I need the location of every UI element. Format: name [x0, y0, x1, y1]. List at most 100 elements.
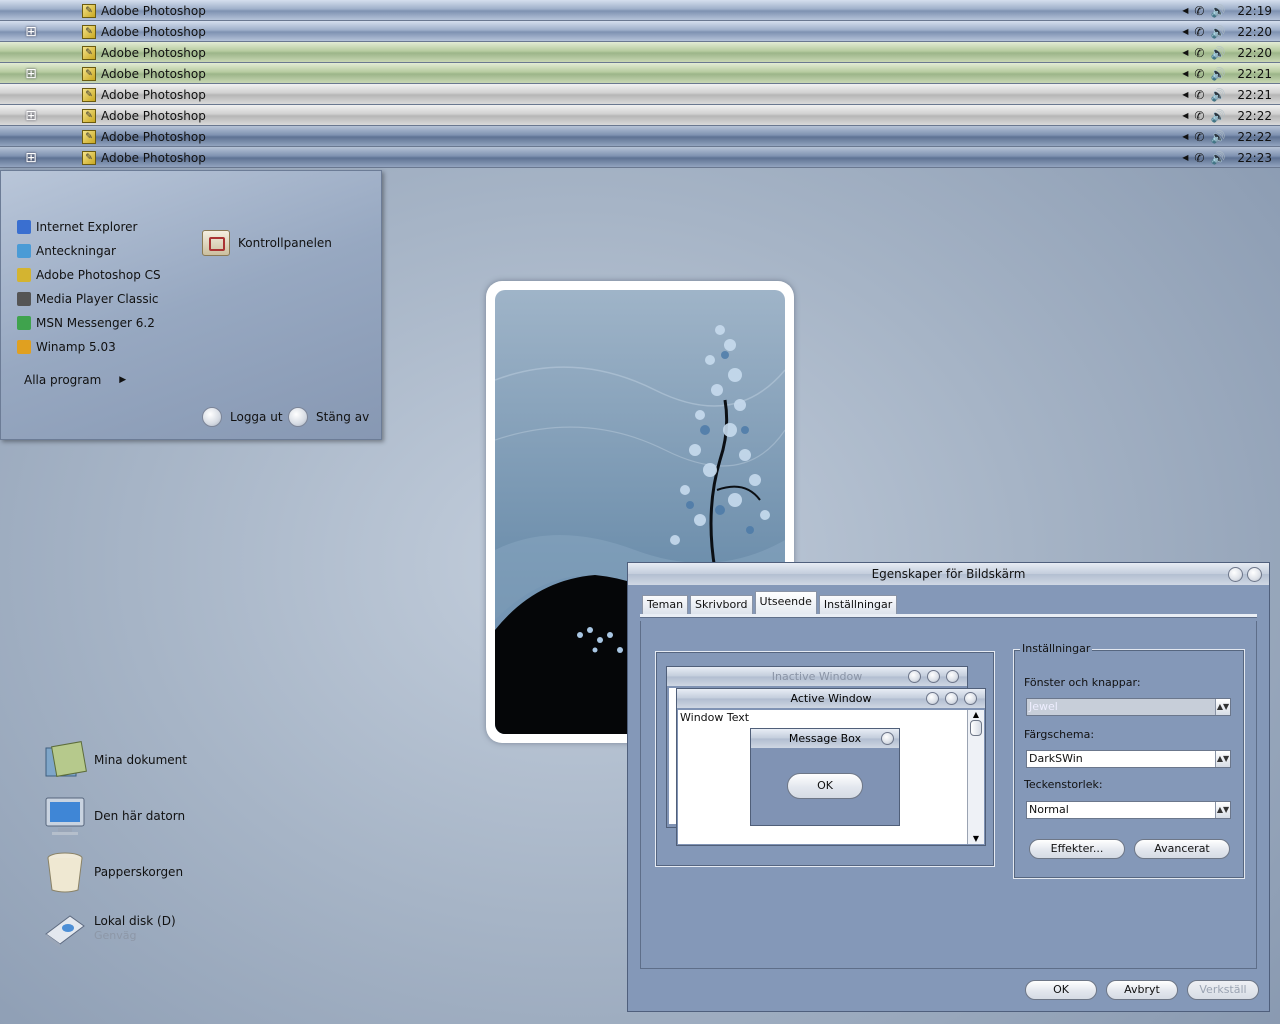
start-button[interactable]	[22, 128, 40, 145]
ok-button[interactable]: OK	[1025, 980, 1097, 1000]
color-scheme-select[interactable]: DarkSWin ▲▼	[1026, 750, 1231, 768]
start-button[interactable]: ⊞	[22, 65, 40, 82]
taskbar-task-label: Adobe Photoshop	[101, 45, 206, 60]
start-button[interactable]	[22, 44, 40, 61]
tray-expand-icon[interactable]: ◀	[1182, 48, 1188, 57]
windows-icon: ⊞	[25, 149, 37, 166]
start-menu-item[interactable]: MSN Messenger 6.2	[17, 316, 155, 330]
tray-expand-icon[interactable]: ◀	[1182, 153, 1188, 162]
effects-button[interactable]: Effekter...	[1029, 839, 1125, 859]
tray-expand-icon[interactable]: ◀	[1182, 132, 1188, 141]
taskbar-task-button[interactable]: ✎ Adobe Photoshop	[82, 149, 206, 166]
volume-icon[interactable]: 🔊	[1210, 4, 1225, 18]
desktop-icon-label: Den här datorn	[94, 808, 186, 823]
taskbar-task-button[interactable]: ✎ Adobe Photoshop	[82, 107, 206, 124]
taskbar-task-button[interactable]: ✎ Adobe Photoshop	[82, 23, 206, 40]
phone-icon[interactable]: ✆	[1194, 25, 1204, 39]
desktop-icon-label: Mina dokument	[94, 752, 187, 767]
start-button[interactable]: ⊞	[22, 149, 40, 166]
advanced-button[interactable]: Avancerat	[1134, 839, 1230, 859]
tab-teman[interactable]: Teman	[642, 595, 689, 614]
phone-icon[interactable]: ✆	[1194, 151, 1204, 165]
taskbar-task-button[interactable]: ✎ Adobe Photoshop	[82, 44, 206, 61]
start-button[interactable]: ⊞	[22, 23, 40, 40]
taskbar-task-button[interactable]: ✎ Adobe Photoshop	[82, 65, 206, 82]
preview-circle-icon	[964, 692, 977, 705]
start-button[interactable]	[22, 2, 40, 19]
inactive-window-title: Inactive Window	[667, 667, 967, 686]
tray-expand-icon[interactable]: ◀	[1182, 27, 1188, 36]
desktop-icon[interactable]: Papperskorgen	[42, 850, 183, 894]
dialog-tabs: Teman Skrivbord Utseende Inställningar	[642, 591, 898, 614]
preview-scrollbar[interactable]: ▲ ▼	[967, 710, 984, 844]
photoshop-icon: ✎	[82, 129, 96, 144]
start-menu-item[interactable]: Internet Explorer	[17, 220, 137, 234]
preview-circle-icon	[946, 670, 959, 683]
cancel-button[interactable]: Avbryt	[1106, 980, 1178, 1000]
start-menu-item[interactable]: Media Player Classic	[17, 292, 159, 306]
volume-icon[interactable]: 🔊	[1210, 88, 1225, 102]
desktop-icon-label: Lokal disk (D)	[94, 914, 176, 928]
media-player-icon	[17, 292, 31, 306]
volume-icon[interactable]: 🔊	[1210, 130, 1225, 144]
taskbar-clock[interactable]: 22:20	[1237, 46, 1272, 60]
desktop-icon[interactable]: Mina dokument	[42, 738, 187, 782]
taskbar-clock[interactable]: 22:19	[1237, 4, 1272, 18]
control-panel-icon	[202, 230, 230, 256]
volume-icon[interactable]: 🔊	[1210, 67, 1225, 81]
tab-utseende[interactable]: Utseende	[754, 591, 817, 614]
tray-expand-icon[interactable]: ◀	[1182, 111, 1188, 120]
start-button[interactable]: ⊞	[22, 107, 40, 124]
tray-expand-icon[interactable]: ◀	[1182, 6, 1188, 15]
close-button[interactable]	[1247, 567, 1262, 582]
my-documents-icon	[42, 738, 88, 782]
taskbar-task-button[interactable]: ✎ Adobe Photoshop	[82, 128, 206, 145]
log-off-button[interactable]: Logga ut	[202, 407, 283, 427]
start-button[interactable]	[22, 86, 40, 103]
scroll-thumb[interactable]	[970, 720, 982, 736]
preview-circle-icon	[881, 732, 894, 745]
shut-down-button[interactable]: Stäng av	[288, 407, 369, 427]
control-panel-item[interactable]: Kontrollpanelen	[202, 230, 332, 256]
volume-icon[interactable]: 🔊	[1210, 25, 1225, 39]
taskbar-task-button[interactable]: ✎ Adobe Photoshop	[82, 2, 206, 19]
tray-expand-icon[interactable]: ◀	[1182, 90, 1188, 99]
start-menu-item[interactable]: Adobe Photoshop CS	[17, 268, 161, 282]
taskbar: ⊞ ✎ Adobe Photoshop ◀ ✆ 🔊 22:20	[0, 21, 1280, 42]
tab-skrivbord[interactable]: Skrivbord	[690, 595, 753, 614]
taskbar-clock[interactable]: 22:20	[1237, 25, 1272, 39]
control-panel-label: Kontrollpanelen	[238, 236, 332, 250]
taskbar-clock[interactable]: 22:22	[1237, 130, 1272, 144]
local-disk-icon	[42, 906, 88, 950]
volume-icon[interactable]: 🔊	[1210, 151, 1225, 165]
font-size-select[interactable]: Normal ▲▼	[1026, 801, 1231, 819]
help-button[interactable]	[1228, 567, 1243, 582]
taskbar-clock[interactable]: 22:23	[1237, 151, 1272, 165]
tray-expand-icon[interactable]: ◀	[1182, 69, 1188, 78]
taskbar-task-label: Adobe Photoshop	[101, 129, 206, 144]
taskbar-clock[interactable]: 22:21	[1237, 67, 1272, 81]
taskbar-task-button[interactable]: ✎ Adobe Photoshop	[82, 86, 206, 103]
tab-installningar[interactable]: Inställningar	[818, 595, 898, 614]
phone-icon[interactable]: ✆	[1194, 67, 1204, 81]
phone-icon[interactable]: ✆	[1194, 46, 1204, 60]
desktop-icon[interactable]: Lokal disk (D) Genväg	[42, 906, 176, 950]
desktop-icon[interactable]: Den här datorn	[42, 794, 185, 838]
phone-icon[interactable]: ✆	[1194, 88, 1204, 102]
dialog-titlebar[interactable]: Egenskaper för Bildskärm	[628, 563, 1269, 585]
taskbar-clock[interactable]: 22:22	[1237, 109, 1272, 123]
phone-icon[interactable]: ✆	[1194, 109, 1204, 123]
system-tray: ◀ ✆ 🔊 22:19	[1182, 2, 1272, 19]
recycle-bin-icon	[42, 850, 88, 894]
start-menu-item[interactable]: Winamp 5.03	[17, 340, 116, 354]
taskbar: ✎ Adobe Photoshop ◀ ✆ 🔊 22:22	[0, 126, 1280, 147]
volume-icon[interactable]: 🔊	[1210, 109, 1225, 123]
taskbar-clock[interactable]: 22:21	[1237, 88, 1272, 102]
phone-icon[interactable]: ✆	[1194, 4, 1204, 18]
message-box-ok-button[interactable]: OK	[787, 773, 863, 799]
phone-icon[interactable]: ✆	[1194, 130, 1204, 144]
start-menu-item[interactable]: Anteckningar	[17, 244, 116, 258]
photoshop-icon	[17, 268, 31, 282]
all-programs-button[interactable]: Alla program ▶	[24, 373, 126, 387]
volume-icon[interactable]: 🔊	[1210, 46, 1225, 60]
